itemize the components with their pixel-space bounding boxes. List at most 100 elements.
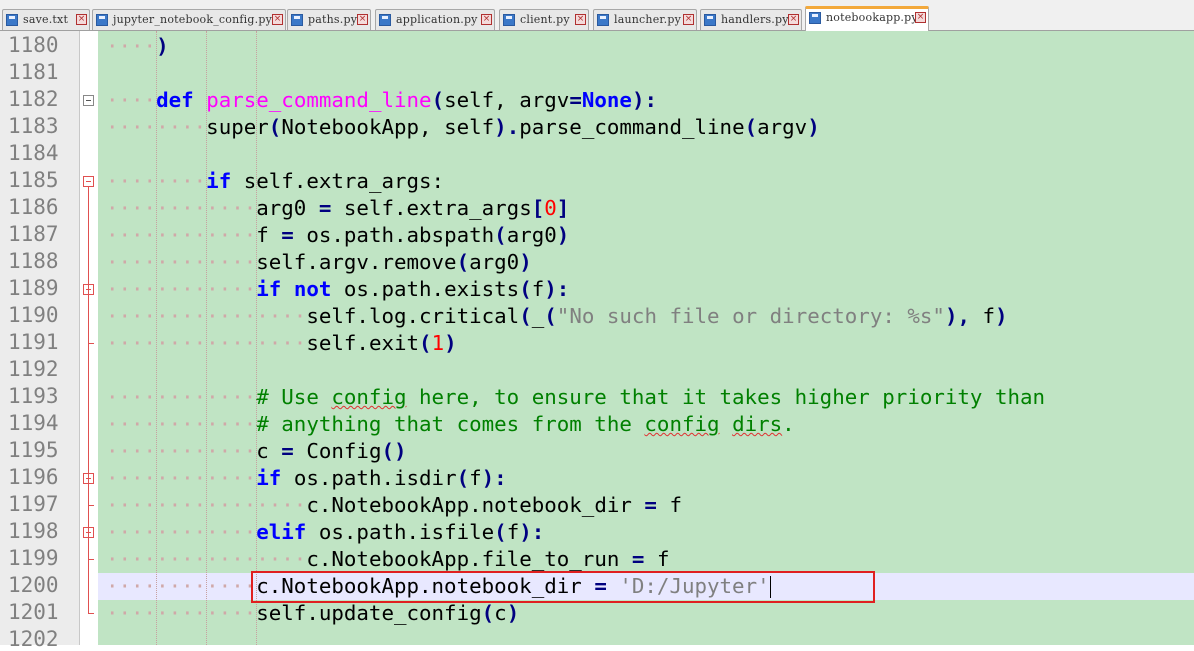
code-token: [ (531, 196, 545, 220)
code-token: parse_command_line (519, 115, 745, 139)
close-icon[interactable]: × (683, 14, 694, 25)
indent-whitespace: ············ (106, 601, 257, 625)
code-token: self, argv (444, 88, 570, 112)
code-line[interactable]: ················c.NotebookApp.file_to_ru… (106, 546, 669, 573)
code-token: ) (506, 601, 520, 625)
code-line[interactable]: ················self.exit(1) (106, 330, 457, 357)
indent-whitespace: ············ (106, 412, 257, 436)
code-token: f (506, 520, 520, 544)
fold-end-tick (88, 613, 94, 614)
code-editor[interactable]: 1180 1181 1182 1183 1184 1185 1186 1187 1188 1189… (0, 31, 1194, 651)
code-line[interactable]: ············f = os.path.abspath(arg0) (106, 222, 569, 249)
code-line[interactable]: ················self.log.critical(_("No … (106, 303, 1008, 330)
tab-handlers-py[interactable]: handlers.py × (700, 9, 802, 30)
code-token: = (281, 223, 294, 247)
code-token: here, to ensure that it takes higher pri… (406, 385, 1046, 409)
code-token: arg0 (469, 250, 520, 274)
code-token: f (256, 223, 282, 247)
code-token: elif (256, 520, 307, 544)
code-token: arg0 (256, 196, 319, 220)
code-token: def (156, 88, 194, 112)
close-icon[interactable]: × (357, 14, 368, 25)
code-token: ( (456, 466, 470, 490)
code-line[interactable]: ············if not os.path.exists(f): (106, 276, 569, 303)
code-line[interactable]: ············elif os.path.isfile(f): (106, 519, 544, 546)
close-icon[interactable]: × (76, 14, 87, 25)
tab-client-py[interactable]: client.py × (499, 9, 589, 30)
line-number-gutter: 1180 1181 1182 1183 1184 1185 1186 1187 1188 1189… (0, 31, 80, 651)
code-token: self.extra_args (331, 196, 532, 220)
code-line[interactable]: ············if os.path.isdir(f): (106, 465, 507, 492)
line-number: 1189 (8, 276, 59, 300)
tab-notebookapp-py[interactable]: notebookapp.py × (805, 6, 929, 31)
code-token: not (293, 277, 332, 301)
tab-label: launcher.py (614, 13, 682, 26)
code-token: c (256, 439, 282, 463)
code-token: Config (293, 439, 382, 463)
code-token: c.NotebookApp.notebook_dir (306, 493, 645, 517)
file-save-icon (291, 14, 303, 26)
indent-guide (256, 31, 258, 645)
code-token: = (281, 439, 294, 463)
tab-paths-py[interactable]: paths.py × (287, 9, 371, 30)
code-line[interactable]: ········super(NotebookApp, self).parse_c… (106, 114, 820, 141)
tab-label: client.py (520, 13, 570, 26)
code-line[interactable]: ····) (106, 33, 169, 60)
fold-end-tick (88, 559, 94, 560)
tab-label: notebookapp.py (826, 11, 918, 24)
code-token: ) (556, 223, 570, 247)
indent-whitespace: ············ (106, 223, 257, 247)
code-token: # anything that comes from the (256, 412, 645, 436)
code-token: ] (556, 196, 570, 220)
code-line[interactable]: ············# anything that comes from t… (106, 411, 795, 438)
line-number: 1199 (8, 546, 59, 570)
code-token: os.path.exists (331, 277, 520, 301)
file-save-icon (809, 12, 821, 24)
code-line[interactable]: ····def parse_command_line(self, argv=No… (106, 87, 657, 114)
fold-toggle-icon[interactable] (83, 95, 94, 106)
indent-whitespace: ············ (106, 520, 257, 544)
code-line[interactable]: ············self.update_config(c) (106, 600, 519, 627)
fold-margin[interactable] (80, 31, 98, 645)
fold-range-line (88, 295, 89, 343)
code-token: . (782, 412, 795, 436)
tab-label: handlers.py (721, 13, 789, 26)
close-icon[interactable]: × (272, 14, 283, 25)
close-icon[interactable]: × (788, 14, 799, 25)
code-token: arg0 (506, 223, 557, 247)
close-icon[interactable]: × (481, 14, 492, 25)
tab-bar: save.txt × jupyter_notebook_config.py × path… (0, 0, 1194, 31)
fold-toggle-icon[interactable] (83, 176, 94, 187)
indent-whitespace: ············ (106, 277, 257, 301)
code-line[interactable]: ············arg0 = self.extra_args[0] (106, 195, 569, 222)
indent-whitespace: ···· (106, 34, 157, 58)
code-line[interactable]: ············self.argv.remove(arg0) (106, 249, 532, 276)
code-token: 1 (431, 331, 445, 355)
code-token: = (631, 547, 645, 571)
close-icon[interactable]: × (915, 12, 926, 23)
line-number: 1188 (8, 249, 59, 273)
code-token: self.exit (306, 331, 420, 355)
tab-launcher-py[interactable]: launcher.py × (593, 9, 697, 30)
close-icon[interactable]: × (575, 14, 586, 25)
tab-jupyter-notebook-config-py[interactable]: jupyter_notebook_config.py × (92, 9, 286, 30)
line-number: 1196 (8, 465, 59, 489)
line-number: 1185 (8, 168, 59, 192)
line-number: 1187 (8, 222, 59, 246)
tab-save-txt[interactable]: save.txt × (2, 9, 90, 30)
code-token: ): (519, 520, 545, 544)
line-number: 1200 (8, 573, 59, 597)
code-token: () (381, 439, 407, 463)
tab-label: application.py (396, 13, 478, 26)
code-token: # Use (256, 385, 332, 409)
code-token: ): (481, 466, 507, 490)
code-token: ) (519, 250, 532, 274)
code-token: ) (156, 34, 169, 58)
tab-application-py[interactable]: application.py × (375, 9, 495, 30)
code-token: f (531, 277, 545, 301)
code-text-area[interactable]: ····) ····def parse_command_line(self, ar… (98, 31, 1194, 645)
code-line[interactable]: ············# Use config here, to ensure… (106, 384, 1045, 411)
code-line[interactable]: ················c.NotebookApp.notebook_d… (106, 492, 682, 519)
line-number: 1186 (8, 195, 59, 219)
